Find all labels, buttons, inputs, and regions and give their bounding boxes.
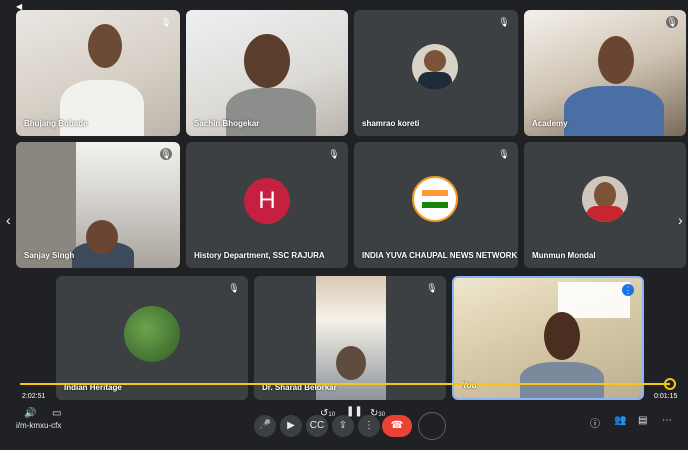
participant-tile[interactable]: 🎙 Indian Heritage: [56, 276, 248, 400]
participant-name: INDIA YUVA CHAUPAL NEWS NETWORK: [362, 251, 518, 260]
participant-tile[interactable]: 🎙 INDIA YUVA CHAUPAL NEWS NETWORK: [354, 142, 518, 268]
elapsed-time: 2:02:51: [22, 393, 46, 400]
background-poster: [558, 282, 630, 318]
mic-off-icon: 🎙: [498, 17, 510, 27]
participant-tile[interactable]: H 🎙 History Department, SSC RAJURA: [186, 142, 348, 268]
skip-forward-seconds: 30: [378, 412, 386, 418]
avatar: [582, 176, 628, 222]
participant-tile[interactable]: 🎙 Bhujang Bobade: [16, 10, 180, 136]
mic-off-icon: 🎙: [160, 148, 172, 160]
info-icon[interactable]: ⓘ: [590, 415, 600, 430]
participant-tile[interactable]: 🎙 shamrao koreti: [354, 10, 518, 136]
playback-scrubber-handle[interactable]: [664, 378, 676, 390]
participant-name: Bhujang Bobade: [24, 119, 88, 128]
playback-progress-bar[interactable]: [20, 383, 670, 385]
play-pause-ring[interactable]: [418, 412, 446, 440]
participant-video-head: [86, 220, 118, 254]
participant-video-head: [88, 24, 122, 68]
participant-name: shamrao koreti: [362, 119, 420, 128]
camera-button[interactable]: ▶: [280, 415, 302, 437]
meeting-code: i/m-kmxu-cfx: [16, 421, 62, 430]
participant-video-head: [544, 312, 580, 360]
pause-icon[interactable]: ❚❚: [346, 406, 363, 417]
speaking-indicator-icon: ⋮: [622, 284, 634, 296]
logo-avatar: [412, 176, 458, 222]
people-icon[interactable]: 👥: [614, 415, 626, 426]
participant-name: Sanjay Singh: [24, 251, 75, 260]
participant-name: Academy: [532, 119, 568, 128]
participant-tile[interactable]: Munmun Mondal: [524, 142, 686, 268]
present-button[interactable]: ⇪: [332, 415, 354, 437]
participant-video-background: [16, 142, 76, 268]
avatar: H: [244, 178, 290, 224]
participant-video: [520, 362, 604, 398]
self-view-tile[interactable]: ⋮ You: [452, 276, 644, 400]
skip-forward-button[interactable]: ↻30: [370, 408, 385, 419]
mic-off-icon: 🎙: [426, 283, 438, 293]
participant-name: Munmun Mondal: [532, 251, 596, 260]
mic-off-icon: 🎙: [328, 149, 340, 159]
participant-name: Sachin Bhogekar: [194, 119, 260, 128]
volume-icon[interactable]: 🔊: [24, 408, 36, 419]
activities-icon[interactable]: ⋯: [662, 415, 672, 426]
mic-off-icon: 🎙: [160, 17, 172, 27]
participant-tile[interactable]: 🎙 Sanjay Singh: [16, 142, 180, 268]
skip-back-seconds: 10: [328, 412, 336, 418]
participant-video-head: [244, 34, 290, 88]
participant-video-head: [598, 36, 634, 84]
meeting-stage: ◀ 🎙 Bhujang Bobade Sachin Bhogekar 🎙 sha…: [0, 0, 688, 450]
remaining-time: 0:01:15: [654, 393, 678, 400]
participant-tile[interactable]: Sachin Bhogekar: [186, 10, 348, 136]
mic-off-icon: 🎙: [228, 283, 240, 293]
previous-page-icon[interactable]: ‹: [6, 212, 11, 228]
skip-back-button[interactable]: ↺10: [320, 408, 335, 419]
participant-video: [316, 276, 386, 400]
next-page-icon[interactable]: ›: [678, 212, 683, 228]
chat-icon[interactable]: ▤: [638, 415, 647, 426]
captions-icon[interactable]: ▭: [52, 408, 61, 419]
participant-tile[interactable]: 🎙 Dr. Sharad Belorkar: [254, 276, 446, 400]
participant-video: [564, 86, 664, 136]
microphone-button[interactable]: 🎤: [254, 415, 276, 437]
avatar: [124, 306, 180, 362]
avatar: [412, 44, 458, 90]
mic-off-icon: 🎙: [498, 149, 510, 159]
participant-tile[interactable]: 🎙 Academy: [524, 10, 686, 136]
participant-video: [226, 88, 316, 136]
mic-off-icon: 🎙: [666, 16, 678, 28]
end-call-button[interactable]: ☎: [382, 415, 412, 437]
participant-name: History Department, SSC RAJURA: [194, 251, 325, 260]
